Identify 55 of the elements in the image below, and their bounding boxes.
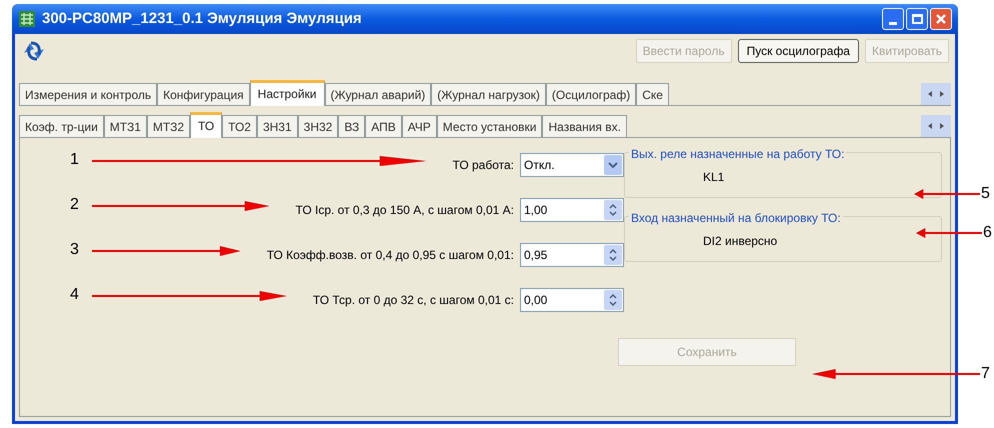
callout-number: 5: [981, 184, 990, 204]
tab[interactable]: 3Н31: [256, 115, 298, 137]
refresh-icon[interactable]: [21, 39, 47, 63]
tab[interactable]: Настройки: [250, 80, 324, 106]
tab[interactable]: ТО2: [222, 115, 257, 137]
setting-label: ТО Коэфф.возв. от 0,4 до 0,95 с шагом 0,01:: [266, 247, 514, 264]
callout-number: 1: [70, 150, 80, 170]
dropdown-icon: [604, 155, 622, 175]
spinner-icon: [604, 200, 622, 220]
number-field[interactable]: 1,00: [520, 198, 624, 222]
callout-number: 3: [70, 240, 80, 260]
setting-label: ТО Iср. от 0,3 до 150 А, с шагом 0,01 А:: [296, 202, 514, 219]
toolbar-button[interactable]: Пуск осцилографа: [738, 39, 859, 63]
arrow-icon: [916, 228, 982, 238]
tab[interactable]: АПВ: [365, 115, 402, 137]
arrow-icon: [914, 189, 980, 199]
arrow-icon: [812, 369, 980, 379]
window-title: 300-PC80MP_1231_0.1 Эмуляция Эмуляция: [42, 8, 362, 29]
number-field[interactable]: 0,00: [520, 288, 624, 312]
arrow-icon: [92, 201, 270, 211]
group-value: DI2 инверсно: [703, 234, 778, 248]
spinner-icon: [604, 245, 622, 265]
tab[interactable]: ТО: [190, 112, 222, 138]
tab[interactable]: Место установки: [436, 115, 542, 137]
app-icon: [18, 10, 36, 28]
tab[interactable]: Ске: [636, 83, 669, 105]
tab[interactable]: Названия вх.: [542, 115, 627, 137]
tab[interactable]: (Осцилограф): [546, 83, 636, 105]
select-field[interactable]: Откл.: [520, 153, 624, 177]
arrow-icon: [92, 156, 427, 166]
tab[interactable]: МТЗ2: [146, 115, 190, 137]
tab[interactable]: (Журнал аварий): [324, 83, 432, 105]
tab[interactable]: (Журнал нагрузок): [431, 83, 546, 105]
tab[interactable]: АЧР: [402, 115, 437, 137]
callout-number: 7: [981, 364, 990, 384]
tab[interactable]: Конфигурация: [157, 83, 250, 105]
minimize-button[interactable]: [882, 8, 904, 30]
spinner-icon: [604, 290, 622, 310]
tab[interactable]: Коэф. тр-ции: [19, 115, 104, 137]
tab[interactable]: МТЗ1: [104, 115, 147, 137]
arrow-icon: [92, 246, 241, 256]
tab[interactable]: ВЗ: [338, 115, 366, 137]
tab[interactable]: Измерения и контроль: [19, 83, 158, 105]
callout-number: 4: [70, 285, 80, 305]
group-value: KL1: [703, 170, 724, 184]
number-field[interactable]: 0,95: [520, 243, 624, 267]
setting-label: ТО Тср. от 0 до 32 с, с шагом 0,01 с:: [312, 292, 514, 309]
maximize-button[interactable]: [906, 8, 928, 30]
close-icon: [935, 13, 947, 25]
close-button[interactable]: [930, 8, 952, 30]
tab[interactable]: 3Н32: [298, 115, 338, 137]
callout-number: 6: [983, 223, 992, 243]
callout-number: 2: [70, 195, 80, 215]
setting-label: ТО работа:: [452, 157, 514, 174]
arrow-icon: [92, 291, 287, 301]
